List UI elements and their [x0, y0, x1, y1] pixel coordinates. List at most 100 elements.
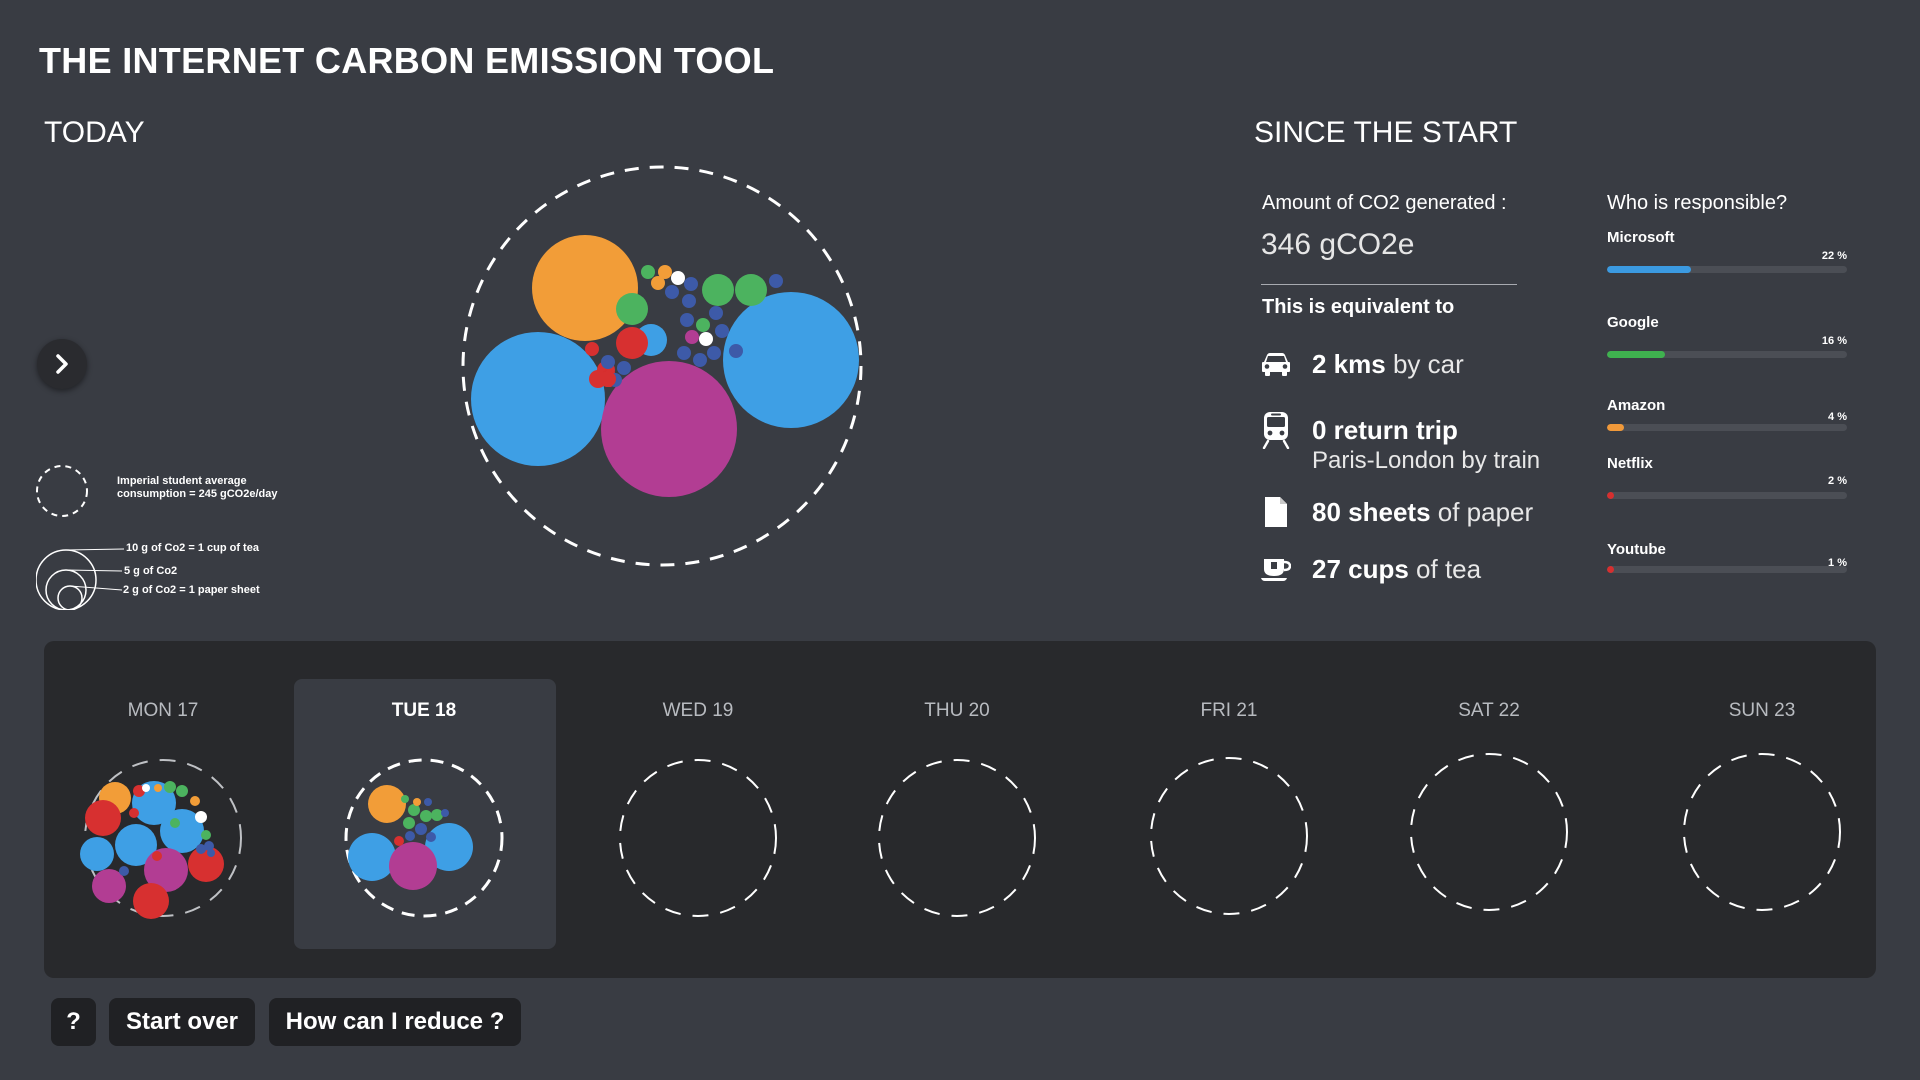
equivalent-paper-unit: of paper: [1430, 497, 1534, 527]
bubble: [368, 785, 406, 823]
start-over-button[interactable]: Start over: [109, 998, 255, 1046]
today-heading: TODAY: [44, 116, 145, 149]
next-arrow-button[interactable]: [37, 339, 87, 389]
how-to-reduce-button[interactable]: How can I reduce ?: [269, 998, 521, 1046]
bubble[interactable]: [616, 293, 648, 325]
bubble[interactable]: [702, 274, 734, 306]
responsible-name: Google: [1607, 314, 1659, 331]
bubble[interactable]: [696, 318, 710, 332]
bubble[interactable]: [685, 330, 699, 344]
bubble: [176, 785, 188, 797]
bubble[interactable]: [680, 313, 694, 327]
bubble: [431, 809, 443, 821]
bubble[interactable]: [723, 292, 859, 428]
responsible-name: Netflix: [1607, 455, 1653, 472]
day-bubble-chart[interactable]: [1404, 747, 1574, 917]
bubble: [164, 781, 176, 793]
day-bubble-chart[interactable]: [1144, 751, 1314, 921]
responsible-bar-fill: [1607, 424, 1624, 431]
equivalent-train-sub: Paris-London by train: [1312, 447, 1541, 474]
bubble: [441, 809, 449, 817]
equivalent-paper-number: 80 sheets: [1312, 497, 1431, 527]
bubble[interactable]: [682, 294, 696, 308]
equivalent-text: 80 sheets of paper: [1312, 496, 1533, 528]
since-start-heading: SINCE THE START: [1254, 116, 1518, 149]
day-label[interactable]: WED 19: [598, 700, 798, 722]
bubble[interactable]: [601, 355, 615, 369]
bubble: [170, 818, 180, 828]
day-bubble-chart[interactable]: [872, 753, 1042, 923]
equivalent-text: 27 cups of tea: [1312, 553, 1481, 585]
bubble: [196, 844, 206, 854]
bubble: [152, 851, 162, 861]
responsible-bar-fill: [1607, 266, 1691, 273]
app-title: THE INTERNET CARBON EMISSION TOOL: [39, 40, 775, 81]
bubble[interactable]: [715, 324, 729, 338]
bubble[interactable]: [471, 332, 605, 466]
bubble[interactable]: [677, 346, 691, 360]
bubble[interactable]: [671, 271, 685, 285]
bubble: [119, 866, 129, 876]
size-scale-legend-icon: [36, 548, 125, 610]
day-bubble-chart[interactable]: [613, 753, 783, 923]
equivalent-car-number: 2 kms: [1312, 349, 1386, 379]
bubble: [403, 817, 415, 829]
bubble[interactable]: [616, 327, 648, 359]
bubble[interactable]: [699, 332, 713, 346]
day-bubble-chart[interactable]: [1677, 747, 1847, 917]
bubble: [394, 836, 404, 846]
bubble[interactable]: [693, 353, 707, 367]
equivalent-text: 2 kms by car: [1312, 348, 1464, 380]
help-button[interactable]: ?: [51, 998, 96, 1046]
bubble: [195, 811, 207, 823]
bubble[interactable]: [769, 274, 783, 288]
equivalent-tea-number: 27 cups: [1312, 554, 1409, 584]
bubble: [413, 798, 421, 806]
responsible-bar-track: [1607, 266, 1847, 273]
bubble: [389, 842, 437, 890]
co2-amount-label: Amount of CO2 generated :: [1262, 192, 1507, 214]
day-label[interactable]: THU 20: [857, 700, 1057, 722]
paper-sheet-icon: [1260, 496, 1292, 528]
bubble[interactable]: [651, 276, 665, 290]
bubble[interactable]: [684, 277, 698, 291]
responsible-percent: 16 %: [1821, 335, 1847, 347]
responsible-heading: Who is responsible?: [1607, 192, 1788, 214]
bubble[interactable]: [735, 274, 767, 306]
day-label[interactable]: SAT 22: [1389, 700, 1589, 722]
responsible-percent: 22 %: [1821, 250, 1847, 262]
bubble[interactable]: [729, 344, 743, 358]
bubble: [420, 810, 432, 822]
day-bubble-chart[interactable]: [339, 753, 509, 923]
responsible-name: Youtube: [1607, 541, 1666, 558]
bubble[interactable]: [600, 371, 616, 387]
today-bubbles: [471, 235, 859, 497]
bubble[interactable]: [641, 265, 655, 279]
bubble[interactable]: [532, 235, 638, 341]
bubble[interactable]: [585, 342, 599, 356]
responsible-bar-track: [1607, 566, 1847, 573]
bubble[interactable]: [709, 306, 723, 320]
co2-amount-value: 346 gCO2e: [1261, 228, 1415, 261]
bubble: [348, 833, 396, 881]
daily-average-dashed-circle: [1683, 753, 1841, 911]
legend-average-line1: Imperial student average: [117, 475, 247, 487]
bubble[interactable]: [707, 346, 721, 360]
bubble: [188, 846, 224, 882]
daily-average-dashed-circle: [1410, 753, 1568, 911]
responsible-percent: 4 %: [1828, 411, 1847, 423]
legend-scale-5g: 5 g of Co2: [124, 565, 178, 577]
chevron-right-icon: [56, 354, 68, 374]
today-bubble-chart: [461, 165, 863, 567]
bubble: [85, 800, 121, 836]
day-label[interactable]: FRI 21: [1129, 700, 1329, 722]
bubble: [405, 831, 415, 841]
day-label[interactable]: MON 17: [63, 700, 263, 722]
equivalent-tea-row: 27 cups of tea: [1260, 553, 1481, 585]
train-icon: [1260, 412, 1292, 449]
day-label[interactable]: SUN 23: [1662, 700, 1862, 722]
day-label[interactable]: TUE 18: [324, 700, 524, 722]
bubble[interactable]: [617, 361, 631, 375]
day-bubble-chart[interactable]: [78, 753, 248, 923]
bubble[interactable]: [665, 285, 679, 299]
